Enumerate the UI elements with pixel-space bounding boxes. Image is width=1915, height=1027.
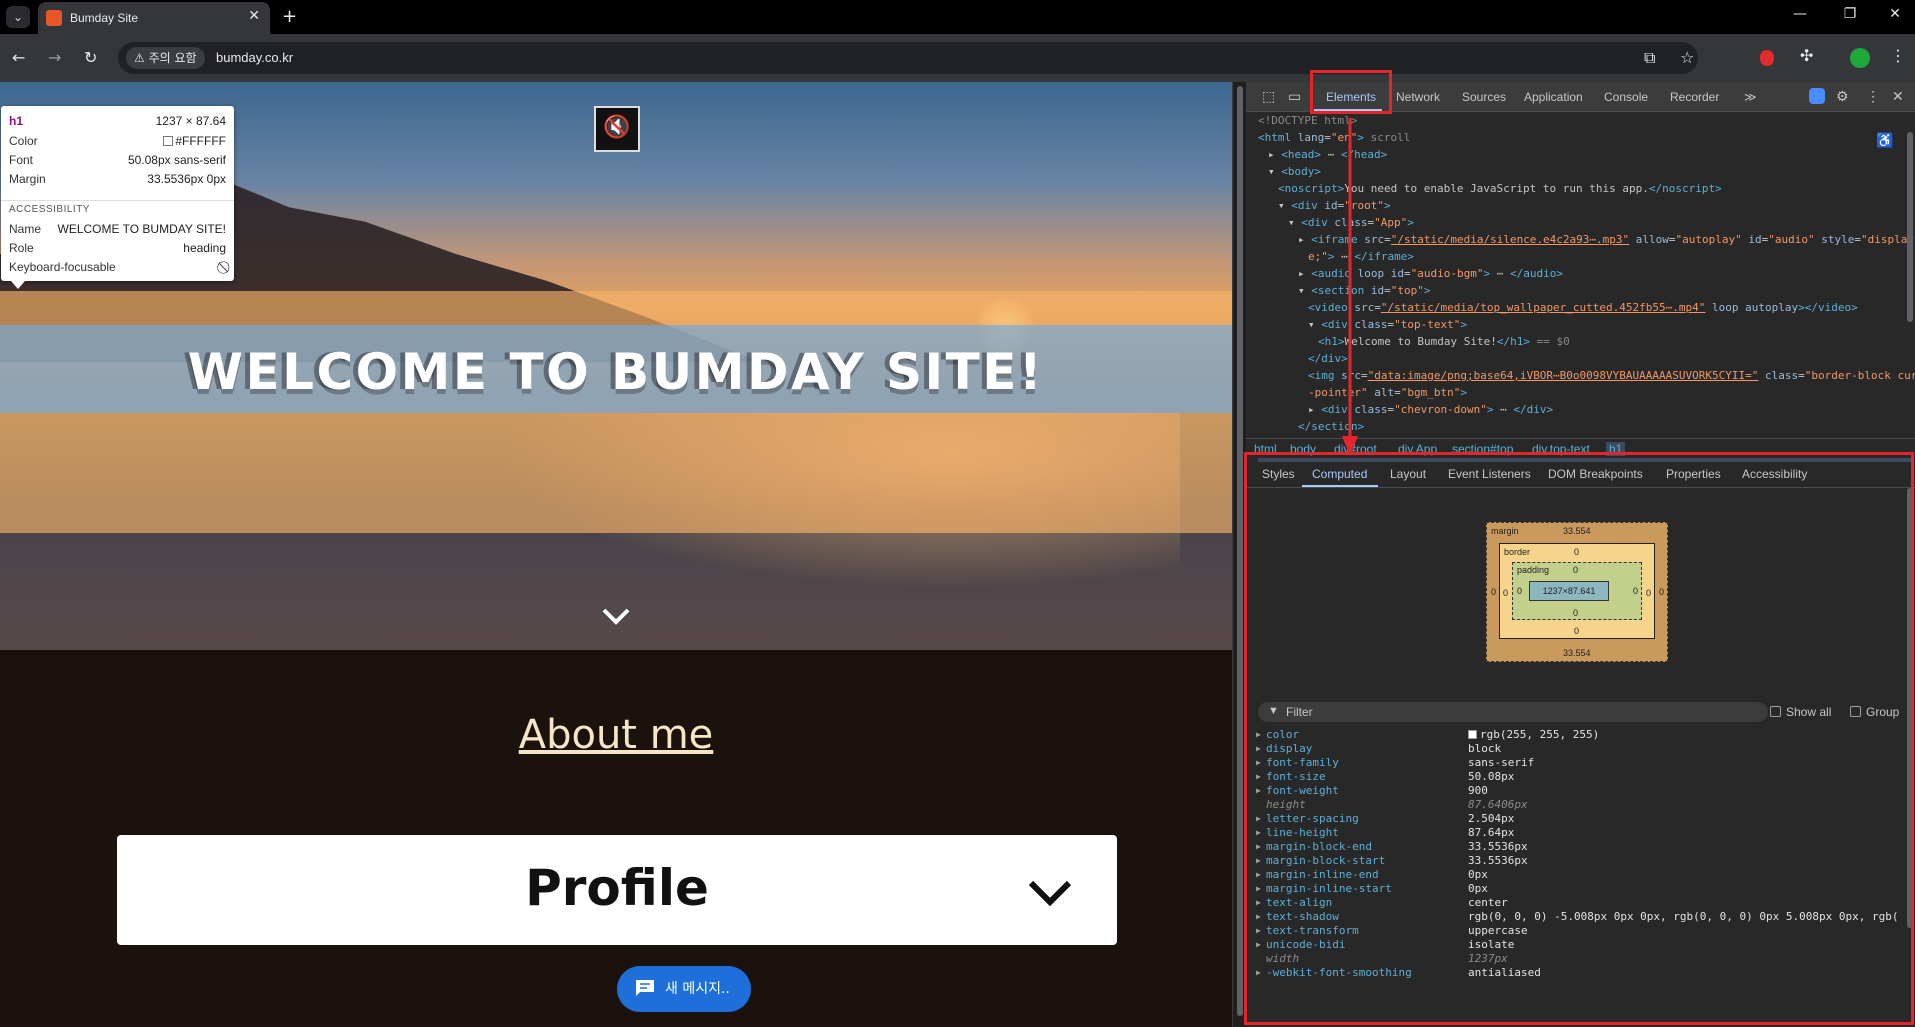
scrollbar-thumb[interactable] (1237, 86, 1243, 1016)
tooltip-row: Color #FFFFFF (9, 134, 226, 152)
dom-node-line[interactable]: ▸ <iframe src="/static/media/silence.e4c… (1298, 233, 1915, 249)
tab-title: Bumday Site (70, 11, 139, 25)
tab-bumday-site[interactable]: Bumday Site ✕ (38, 2, 270, 34)
screen: ⌄ Bumday Site ✕ + — ❐ ✕ ← → ↻ ⚠ 주의 요함 bu… (0, 0, 1915, 1027)
extensions-icon[interactable]: ✣ (1800, 46, 1813, 65)
menu-icon[interactable]: ⋮ (1890, 46, 1906, 65)
tooltip-row: Keyboard-focusable ⃠ (9, 260, 226, 278)
address-bar[interactable]: ⚠ 주의 요함 bumday.co.kr ☆ ⧉ (118, 42, 1698, 74)
annotation-box-computed-panel (1244, 452, 1914, 1025)
tooltip-value: 33.5536px 0px (147, 172, 226, 186)
profile-title: Profile (525, 859, 709, 917)
devtools-tab-sources[interactable]: Sources (1462, 90, 1506, 104)
tab-search-button[interactable]: ⌄ (6, 6, 30, 28)
chevron-down-icon[interactable] (598, 602, 634, 630)
tooltip-value: #FFFFFF (163, 134, 226, 148)
favicon-icon (46, 10, 62, 26)
tooltip-size: 1237 × 87.64 (155, 114, 226, 128)
devtools-tab-console[interactable]: Console (1604, 90, 1648, 104)
new-message-button[interactable]: 새 메시지.. (617, 966, 751, 1012)
dom-node-line[interactable]: <video src="/static/media/top_wallpaper_… (1308, 301, 1858, 317)
tooltip-key: Color (9, 134, 38, 148)
inspect-element-icon[interactable]: ⬚ (1262, 88, 1275, 105)
browser-toolbar: ← → ↻ ⚠ 주의 요함 bumday.co.kr ☆ ⧉ ✣ ⋮ (0, 34, 1915, 82)
devtools-tab-network[interactable]: Network (1396, 90, 1440, 104)
close-devtools-icon[interactable]: ✕ (1892, 88, 1904, 105)
annotation-box-elements-tab (1310, 70, 1392, 114)
translate-icon[interactable]: ⧉ (1644, 48, 1655, 68)
device-toolbar-icon[interactable]: ▭ (1288, 88, 1301, 105)
issues-badge-icon[interactable] (1809, 88, 1825, 104)
dom-node-line[interactable]: <img src="data:image/png;base64,iVBOR⋯B0… (1308, 369, 1915, 385)
tooltip-key: Font (9, 153, 34, 167)
hero-heading: Welcome to Bumday Site! (187, 343, 1045, 401)
bgm-mute-button[interactable]: 🔇 (594, 106, 640, 152)
tooltip-header: h1 1237 × 87.64 (9, 114, 226, 132)
tooltip-row: Role heading (9, 241, 226, 259)
chevron-down-icon[interactable] (1027, 877, 1073, 907)
tooltip-value: WELCOME TO BUMDAY SITE! (57, 222, 226, 236)
chat-icon (636, 980, 654, 996)
tooltip-divider (1, 200, 234, 201)
tooltip-value: heading (183, 241, 226, 255)
minimize-icon[interactable]: — (1785, 6, 1815, 22)
accessibility-tree-icon[interactable]: ♿ (1876, 132, 1893, 149)
tooltip-value: 50.08px sans-serif (127, 153, 226, 167)
tab-bar: ⌄ Bumday Site ✕ + — ❐ ✕ (0, 0, 1915, 34)
tooltip-arrow (11, 281, 25, 289)
tooltip-key: Name (9, 222, 42, 236)
tooltip-row: Font 50.08px sans-serif (9, 153, 226, 171)
tooltip-key: Margin (9, 172, 46, 186)
tooltip-section-title: ACCESSIBILITY (9, 204, 90, 215)
devtools-tab-recorder[interactable]: Recorder (1670, 90, 1719, 104)
dom-node-line[interactable]: -pointer" alt="bgm_btn"> (1308, 386, 1467, 402)
url-text[interactable]: bumday.co.kr (216, 50, 293, 65)
about-me-link[interactable]: About me (0, 712, 1232, 758)
dom-node-line[interactable]: ▸ <audio loop id="audio-bgm"> ⋯ </audio> (1298, 267, 1563, 283)
more-options-icon[interactable]: ⋮ (1866, 88, 1880, 105)
dom-scrollbar[interactable] (1906, 112, 1914, 432)
profile-avatar[interactable] (1850, 48, 1870, 68)
close-window-icon[interactable]: ✕ (1880, 6, 1910, 22)
inspect-tooltip: h1 1237 × 87.64 Color #FFFFFF Font 50.08… (1, 106, 234, 289)
tooltip-tag: h1 (9, 114, 24, 128)
dom-node-line[interactable]: ▾ <body> (1268, 165, 1321, 181)
more-tabs-icon[interactable]: ≫ (1744, 90, 1757, 104)
tooltip-key: Role (9, 241, 34, 255)
dom-node-line[interactable]: <html lang="en"> scroll (1258, 131, 1410, 147)
dom-node-line[interactable]: ▾ <section id="top"> (1298, 284, 1430, 300)
forward-icon[interactable]: → (48, 48, 61, 67)
dom-node-line[interactable]: e;"> ⋯ </iframe> (1308, 250, 1414, 266)
settings-gear-icon[interactable]: ⚙ (1836, 88, 1849, 105)
extension-icon[interactable] (1760, 50, 1774, 66)
tooltip-key: Keyboard-focusable (9, 260, 116, 274)
tab-close-icon[interactable]: ✕ (248, 8, 260, 24)
tooltip-row: Margin 33.5536px 0px (9, 172, 226, 190)
new-tab-button[interactable]: + (282, 6, 297, 27)
annotation-arrow-icon (1342, 118, 1358, 456)
profile-accordion[interactable]: Profile (117, 835, 1117, 945)
tooltip-color-value: #FFFFFF (175, 134, 226, 148)
security-warning-chip[interactable]: ⚠ 주의 요함 (126, 47, 205, 69)
dom-node-line[interactable]: ▾ <div id="root"> (1278, 199, 1391, 215)
dom-node-line[interactable]: ▾ <div class="top-text"> (1308, 318, 1467, 334)
tooltip-row: Name WELCOME TO BUMDAY SITE! (9, 222, 226, 240)
new-message-label: 새 메시지.. (665, 981, 730, 997)
devtools-tab-application[interactable]: Application (1524, 90, 1583, 104)
star-icon[interactable]: ☆ (1680, 48, 1694, 67)
back-icon[interactable]: ← (12, 48, 25, 67)
restore-icon[interactable]: ❐ (1835, 6, 1865, 22)
color-swatch (163, 136, 174, 146)
dom-node-line[interactable]: ▸ <head> ⋯ </head> (1268, 148, 1387, 164)
scrollbar-thumb[interactable] (1907, 132, 1913, 322)
reload-icon[interactable]: ↻ (84, 48, 97, 67)
